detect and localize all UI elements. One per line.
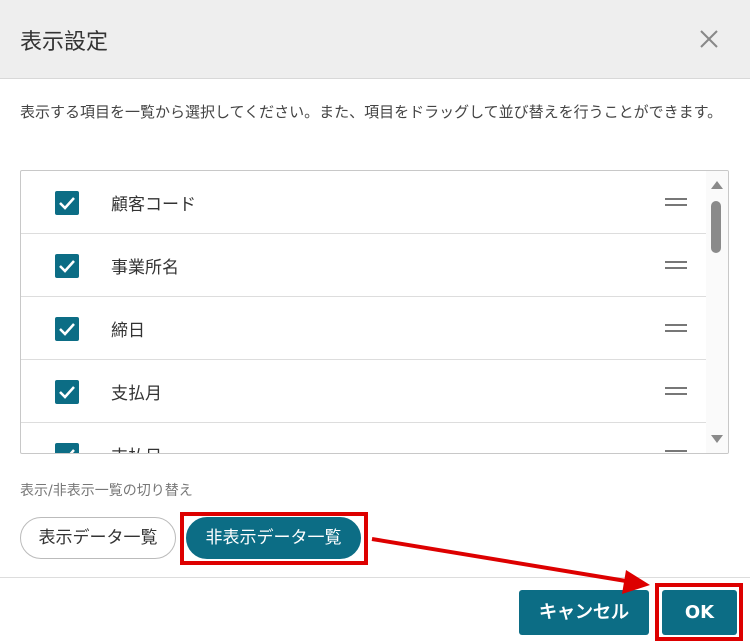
dialog-title: 表示設定	[20, 30, 109, 55]
list-item[interactable]: 顧客コード	[21, 171, 707, 234]
item-list[interactable]: 顧客コード 事業所名 締日 支払月 支払日	[20, 170, 729, 454]
list-item-label: 事業所名	[111, 258, 179, 278]
scroll-up-icon[interactable]	[711, 181, 723, 189]
highlight-box	[180, 512, 368, 565]
list-scrollbar[interactable]	[706, 171, 728, 453]
shown-list-button[interactable]: 表示データ一覧	[20, 517, 176, 559]
list-item-label: 支払月	[111, 384, 162, 404]
scroll-thumb[interactable]	[711, 201, 721, 253]
drag-handle-icon[interactable]	[665, 387, 687, 395]
checkbox[interactable]	[55, 254, 79, 278]
dialog-description: 表示する項目を一覧から選択してください。また、項目をドラッグして並び替えを行うこ…	[20, 103, 723, 121]
list-item-label: 顧客コード	[111, 195, 196, 215]
checkbox[interactable]	[55, 191, 79, 215]
scroll-down-icon[interactable]	[711, 435, 723, 443]
list-item[interactable]: 事業所名	[21, 234, 707, 297]
footer-divider	[0, 577, 750, 578]
drag-handle-icon[interactable]	[665, 324, 687, 332]
close-icon[interactable]	[696, 26, 722, 52]
list-item[interactable]: 支払月	[21, 360, 707, 423]
list-item-label: 締日	[111, 321, 145, 341]
highlight-box	[655, 583, 743, 641]
list-item[interactable]: 支払日	[21, 423, 707, 453]
cancel-button[interactable]: キャンセル	[519, 590, 649, 635]
drag-handle-icon[interactable]	[665, 261, 687, 269]
toggle-label: 表示/非表示一覧の切り替え	[20, 483, 193, 499]
dialog-header: 表示設定	[0, 0, 750, 79]
drag-handle-icon[interactable]	[665, 198, 687, 206]
checkbox[interactable]	[55, 443, 79, 453]
list-item-label: 支払日	[111, 442, 162, 453]
drag-handle-icon[interactable]	[665, 450, 687, 453]
checkbox[interactable]	[55, 317, 79, 341]
checkbox[interactable]	[55, 380, 79, 404]
list-item[interactable]: 締日	[21, 297, 707, 360]
